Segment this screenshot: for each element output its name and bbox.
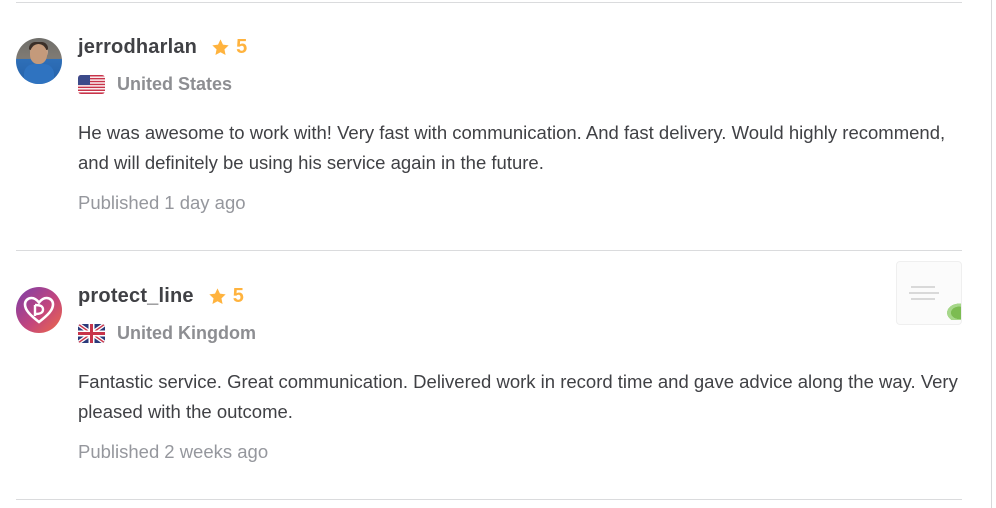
us-flag-icon xyxy=(78,74,105,94)
reviewer-header: protect_line 5 xyxy=(78,283,244,309)
divider xyxy=(16,2,962,3)
published-time: 2 weeks ago xyxy=(164,441,269,462)
published-date: Published 1 day ago xyxy=(78,192,246,214)
reviews-page: jerrodharlan 5 United States He was awes… xyxy=(0,0,996,508)
reviewer-username[interactable]: jerrodharlan xyxy=(78,36,197,59)
rating-value: 5 xyxy=(236,35,248,58)
divider xyxy=(16,250,962,251)
work-sample-thumbnail[interactable] xyxy=(896,261,962,325)
scrollbar[interactable] xyxy=(991,0,992,508)
avatar[interactable] xyxy=(16,287,62,333)
star-icon xyxy=(212,38,229,55)
country-name: United Kingdom xyxy=(117,322,256,343)
published-label: Published xyxy=(78,441,160,462)
heart-shield-logo-icon xyxy=(23,296,55,324)
divider xyxy=(16,499,962,500)
reviewer-header: jerrodharlan 5 xyxy=(78,34,247,60)
published-time: 1 day ago xyxy=(164,192,246,213)
review-text: Fantastic service. Great communication. … xyxy=(78,371,958,422)
avatar[interactable] xyxy=(16,38,62,84)
reviewer-username[interactable]: protect_line xyxy=(78,285,194,308)
star-icon xyxy=(209,287,226,304)
reviewer-location: United States xyxy=(78,72,232,96)
reviewer-location: United Kingdom xyxy=(78,321,256,345)
country-name: United States xyxy=(117,73,233,94)
review-text: He was awesome to work with! Very fast w… xyxy=(78,122,946,173)
uk-flag-icon xyxy=(78,323,105,343)
published-label: Published xyxy=(78,192,160,213)
published-date: Published 2 weeks ago xyxy=(78,441,268,463)
rating-value: 5 xyxy=(232,284,244,307)
